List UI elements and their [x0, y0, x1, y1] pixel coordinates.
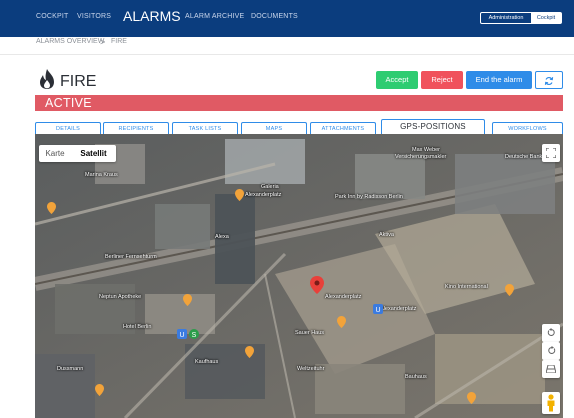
map-label: Park Inn by Radisson Berlin [335, 194, 403, 200]
nav-item-visitors[interactable]: VISITORS [77, 13, 111, 20]
map-label: Bauhaus [405, 374, 427, 380]
map-label: Alexa [215, 234, 229, 240]
map-label: Alexanderplatz [245, 192, 282, 198]
poi-pin[interactable] [337, 316, 346, 328]
map-label: Aktiva [379, 232, 394, 238]
street-view-pegman[interactable] [542, 392, 560, 414]
tilt-icon [545, 364, 557, 374]
alarm-location-pin[interactable] [310, 276, 324, 294]
poi-pin[interactable] [47, 202, 56, 214]
map-label: Neptun Apotheke [99, 294, 142, 300]
breadcrumb-alarms-overview[interactable]: ALARMS OVERVIEW [36, 38, 104, 45]
tab-details[interactable]: DETAILS [35, 122, 101, 134]
tab-task-lists[interactable]: TASK LISTS [172, 122, 238, 134]
breadcrumb-separator: > [100, 37, 106, 47]
breadcrumb-divider [0, 54, 574, 55]
tab-attachments[interactable]: ATTACHMENTS [310, 122, 376, 134]
tab-workflows[interactable]: WORKFLOWS [492, 122, 563, 134]
status-text: ACTIVE [45, 96, 92, 110]
pegman-icon [547, 394, 555, 412]
map-label: Alexanderplatz [325, 294, 362, 300]
poi-pin[interactable] [245, 346, 254, 358]
fire-icon [40, 69, 54, 89]
nav-item-cockpit[interactable]: COCKPIT [36, 13, 69, 20]
breadcrumb-fire: FIRE [111, 38, 127, 45]
fullscreen-button[interactable] [542, 144, 560, 162]
administration-toggle-option[interactable]: Administration [481, 13, 531, 23]
map-type-karte[interactable]: Karte [39, 145, 71, 162]
map-label: Versicherungsmakler [395, 154, 447, 160]
poi-pin[interactable] [505, 284, 514, 296]
map-label: Alexanderplatz [380, 306, 417, 312]
map-label: Kaufhaus [195, 359, 219, 365]
end-alarm-button[interactable]: End the alarm [466, 71, 532, 89]
satellite-map[interactable]: Max Weber Versicherungsmakler Deutsche B… [35, 134, 563, 418]
map-label: Sauer Haus [295, 330, 325, 336]
mode-toggle: Administration Cockpit [480, 12, 562, 24]
nav-item-alarm-archive[interactable]: ALARM ARCHIVE [185, 13, 244, 20]
map-label: Deutsche Bank [505, 154, 543, 160]
fullscreen-icon [545, 147, 557, 159]
nav-item-alarms[interactable]: ALARMS [123, 8, 181, 24]
poi-pin[interactable] [183, 294, 192, 306]
poi-pin[interactable] [235, 189, 244, 201]
transit-station-icon[interactable]: U [373, 304, 383, 314]
svg-text:S: S [192, 332, 197, 339]
map-label: Dussmann [57, 366, 84, 372]
page-title: FIRE [60, 73, 97, 90]
map-label: Kino International [445, 284, 488, 290]
poi-pin[interactable] [467, 392, 476, 404]
rotate-left-button[interactable] [542, 324, 560, 342]
map-label: Galeria [261, 184, 279, 190]
svg-text:U: U [179, 332, 184, 339]
cockpit-toggle-option[interactable]: Cockpit [531, 13, 561, 23]
refresh-button[interactable] [535, 71, 563, 89]
tab-recipients[interactable]: RECIPIENTS [103, 122, 169, 134]
tilt-button[interactable] [542, 360, 560, 378]
map-label: Berliner Fernsehturm [105, 254, 157, 260]
map-label: Max Weber [412, 147, 441, 153]
top-navigation-bar: COCKPIT VISITORS ALARMS ALARM ARCHIVE DO… [0, 0, 574, 37]
rotate-right-button[interactable] [542, 342, 560, 360]
accept-button[interactable]: Accept [376, 71, 418, 89]
nav-item-documents[interactable]: DOCUMENTS [251, 13, 298, 20]
alarm-status-bar: ACTIVE [35, 95, 563, 111]
s-bahn-station-icon[interactable]: S [189, 329, 199, 339]
tab-gps-positions[interactable]: GPS-POSITIONS [381, 119, 485, 134]
rotate-left-icon [547, 328, 555, 336]
poi-pin[interactable] [95, 384, 104, 396]
svg-text:U: U [375, 307, 380, 314]
map-label: Weltzeituhr [297, 366, 325, 372]
tab-maps[interactable]: MAPS [241, 122, 307, 134]
map-type-satellit[interactable]: Satellit [71, 145, 116, 162]
reject-button[interactable]: Reject [421, 71, 463, 89]
map-label: Hotel Berlin [123, 324, 152, 330]
map-type-control: Karte Satellit [39, 145, 116, 162]
refresh-icon [544, 77, 554, 85]
map-label: Marina Kraus [85, 172, 118, 178]
rotate-right-icon [547, 346, 555, 354]
transit-station-icon[interactable]: U [177, 329, 187, 339]
